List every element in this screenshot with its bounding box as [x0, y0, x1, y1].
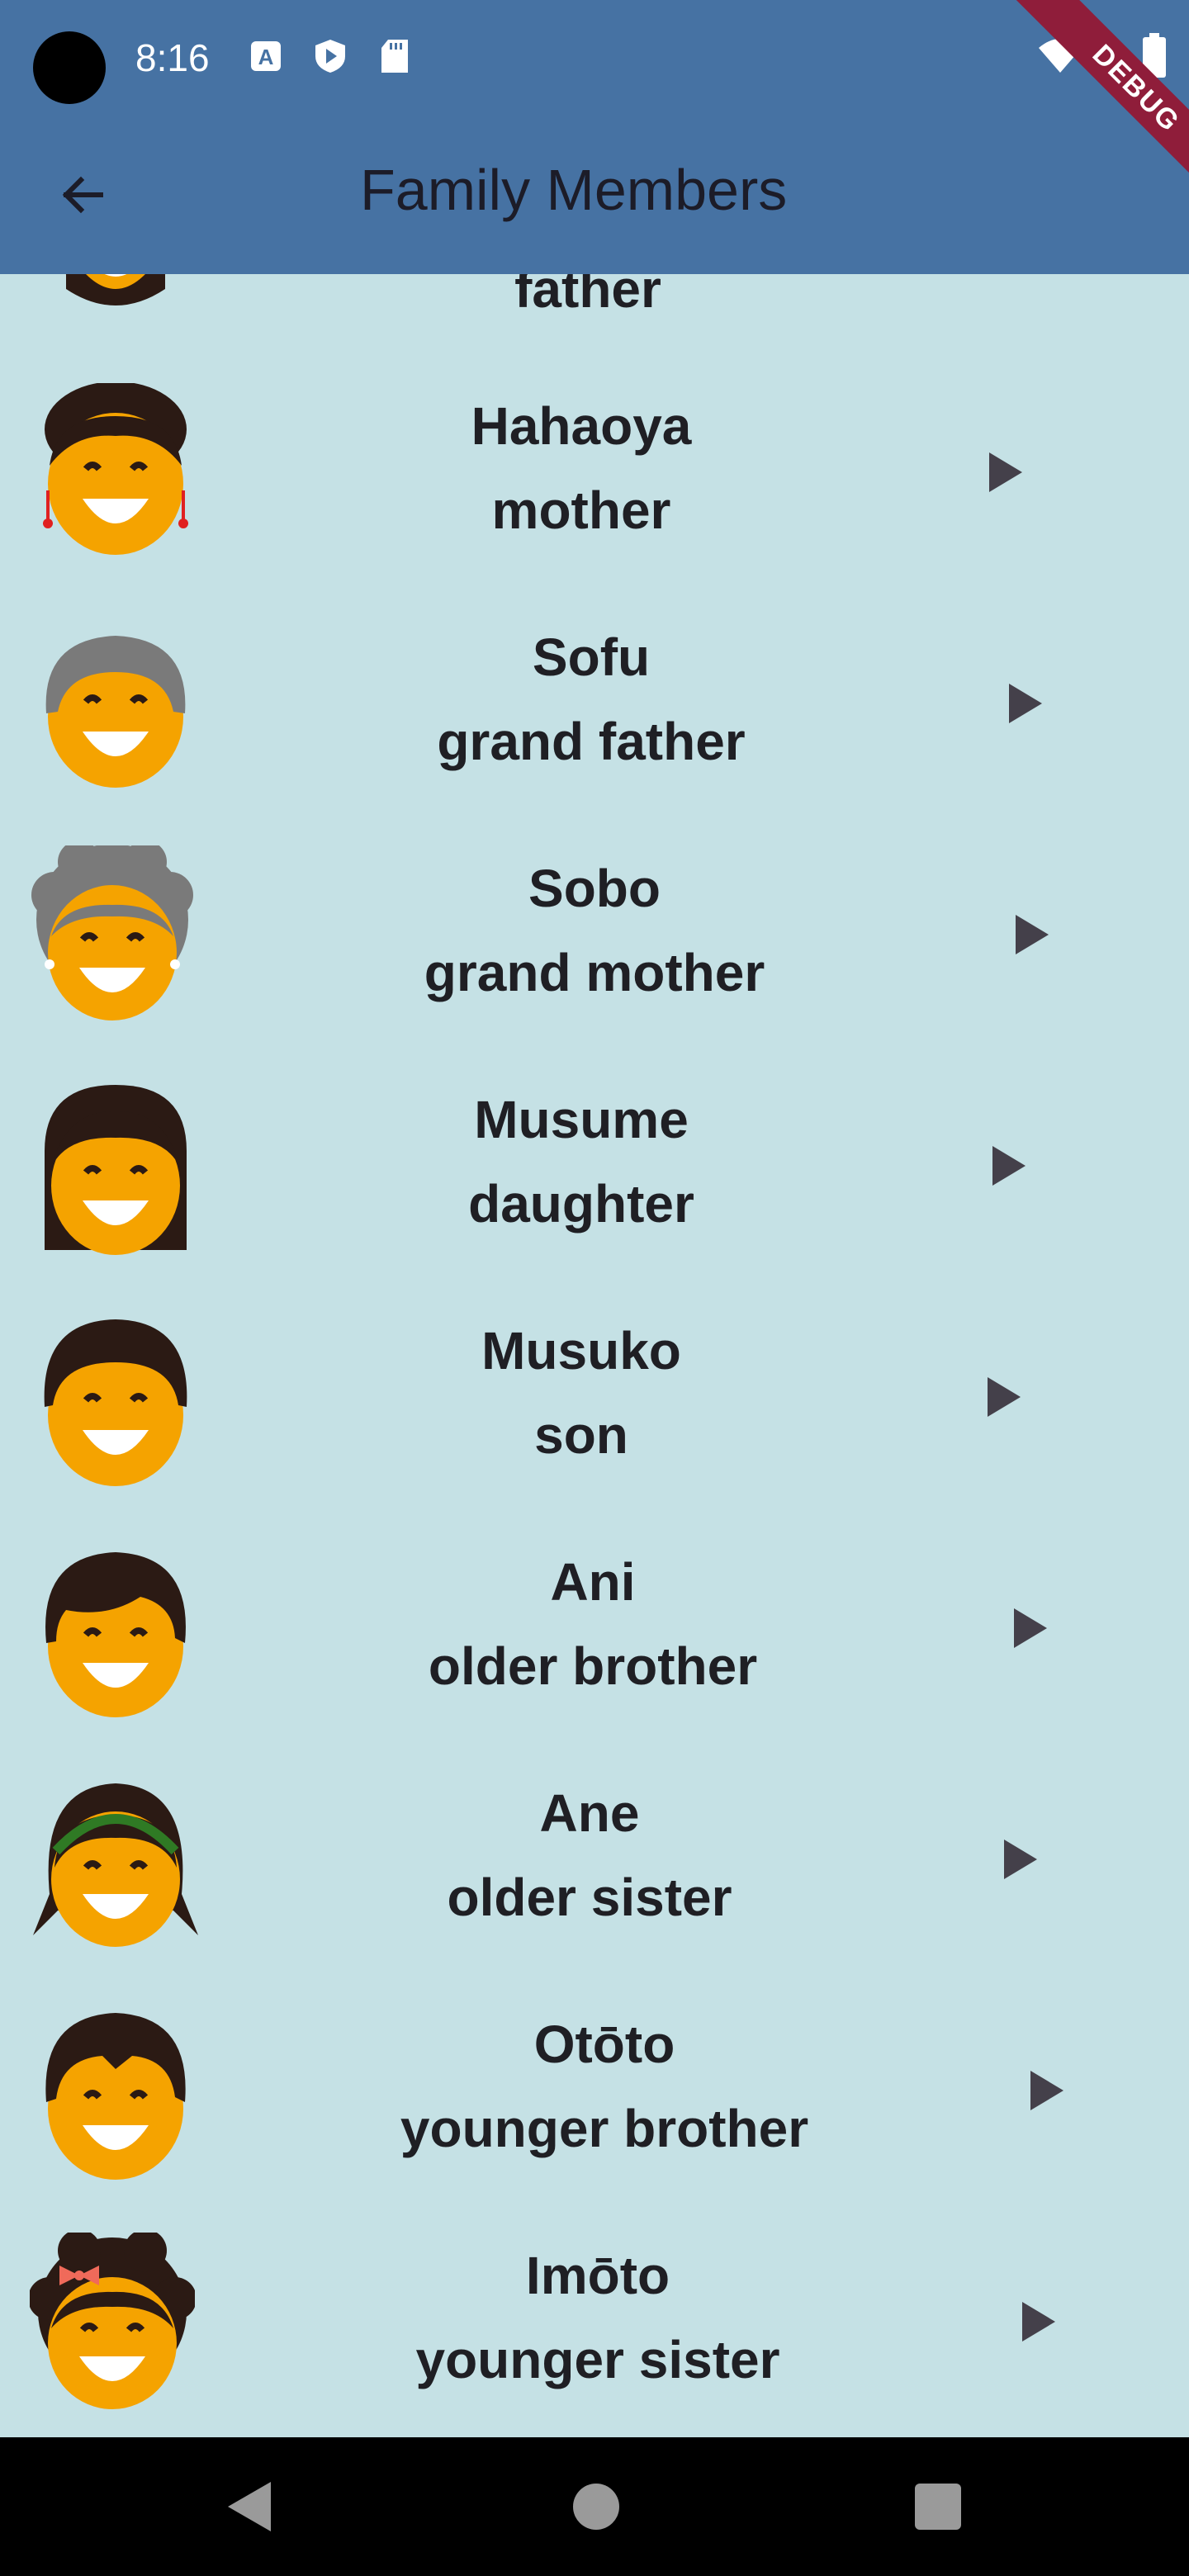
member-japanese-label: Musuko: [481, 1321, 681, 1380]
list-item-younger-brother[interactable]: Otōto younger brother: [0, 1985, 1189, 2216]
member-english-label: younger sister: [415, 2330, 780, 2389]
daughter-avatar: [33, 1077, 198, 1258]
younger-sister-avatar: [30, 2233, 195, 2414]
play-icon[interactable]: [1007, 682, 1044, 725]
older-sister-avatar: [33, 1770, 198, 1952]
system-nav-bar: [0, 2437, 1189, 2576]
member-japanese-label: Otōto: [533, 2015, 675, 2074]
svg-text:A: A: [258, 45, 274, 69]
play-icon[interactable]: [991, 1144, 1027, 1187]
member-english-label: daughter: [468, 1174, 694, 1234]
member-japanese-label: Imōto: [525, 2246, 670, 2305]
son-avatar: [33, 1308, 198, 1489]
mother-avatar: [33, 383, 198, 565]
member-japanese-label: Hahaoya: [471, 396, 692, 456]
play-icon[interactable]: [1002, 1838, 1039, 1881]
member-japanese-label: Sofu: [532, 627, 651, 687]
member-english-label: mother: [491, 481, 671, 540]
member-english-label: grand mother: [424, 943, 765, 1002]
page-title: Family Members: [360, 158, 788, 222]
list-item-older-sister[interactable]: Ane older sister: [0, 1754, 1189, 1985]
play-icon[interactable]: [1012, 1607, 1049, 1650]
member-japanese-label: Musume: [474, 1090, 689, 1149]
play-icon[interactable]: [988, 451, 1024, 494]
status-time: 8:16: [135, 36, 210, 79]
list-item-grandmother[interactable]: Sobo grand mother: [0, 829, 1189, 1060]
member-english-label: son: [534, 1405, 628, 1465]
member-english-label: younger brother: [400, 2099, 809, 2158]
member-english-label: older sister: [447, 1868, 732, 1927]
list-item-younger-sister[interactable]: Imōto younger sister: [0, 2216, 1189, 2447]
arrow-left-icon: [62, 176, 103, 214]
play-icon[interactable]: [1014, 913, 1050, 956]
member-english-label: grand father: [437, 712, 746, 771]
play-icon[interactable]: [1029, 2069, 1065, 2112]
play-icon[interactable]: [1021, 2300, 1057, 2343]
younger-brother-avatar: [33, 2001, 198, 2183]
list-item-older-brother[interactable]: Ani older brother: [0, 1522, 1189, 1754]
older-brother-avatar: [33, 1539, 198, 1721]
list-item-son[interactable]: Musuko son: [0, 1291, 1189, 1522]
camera-cutout: [33, 31, 106, 104]
member-english-label: older brother: [428, 1636, 758, 1696]
grandfather-avatar: [33, 614, 198, 796]
list-item-daughter[interactable]: Musume daughter: [0, 1060, 1189, 1291]
nav-home-icon[interactable]: [573, 2484, 619, 2530]
sd-card-icon: [378, 38, 411, 74]
nav-recents-icon[interactable]: [915, 2484, 961, 2530]
play-icon[interactable]: [986, 1376, 1022, 1418]
list-item-grandfather[interactable]: Sofu grand father: [0, 598, 1189, 829]
list-item-mother[interactable]: Hahaoya mother: [0, 367, 1189, 598]
status-bar: 8:16 A: [0, 0, 1189, 116]
shield-play-icon: [314, 38, 347, 74]
back-button[interactable]: [46, 162, 119, 228]
member-japanese-label: Ani: [550, 1552, 636, 1612]
grandmother-avatar: [30, 845, 195, 1027]
nav-back-icon[interactable]: [225, 2479, 274, 2535]
member-japanese-label: Sobo: [528, 859, 661, 918]
app-bar: 8:16 A DEBUG Family Members: [0, 0, 1189, 274]
a-text-icon: A: [249, 38, 282, 74]
member-japanese-label: Ane: [539, 1783, 640, 1843]
